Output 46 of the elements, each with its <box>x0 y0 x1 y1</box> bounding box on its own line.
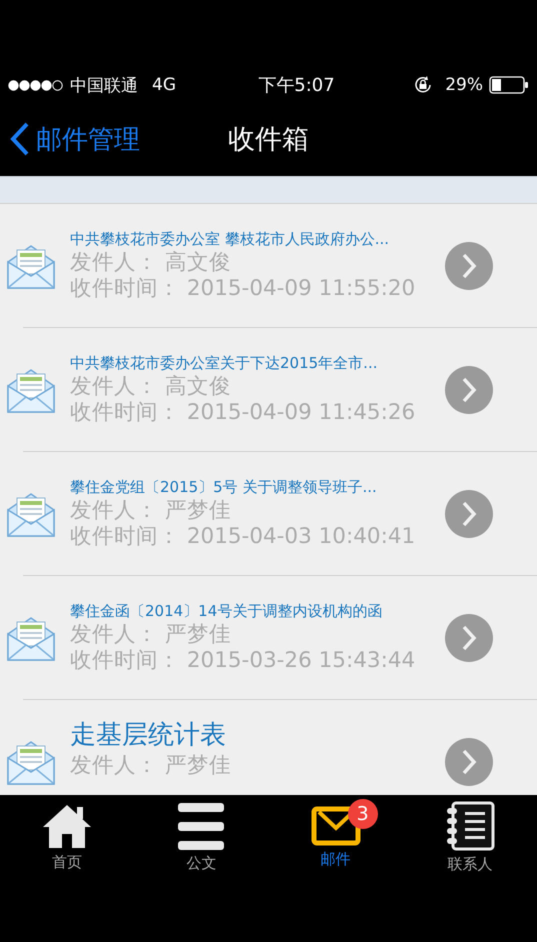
mail-received-time: 收件时间： 2015-03-26 15:43:44 <box>70 648 416 674</box>
rotation-lock-icon <box>413 75 434 95</box>
signal-dots-icon <box>8 80 64 90</box>
menu-icon <box>177 802 226 850</box>
mail-sender: 发件人： 严梦佳 <box>70 498 232 524</box>
mail-subject[interactable]: 攀住金党组〔2015〕5号 关于调整领导班子... <box>70 478 445 498</box>
mail-subject[interactable]: 中共攀枝花市委办公室关于下达2015年全市... <box>70 354 445 374</box>
mail-sender: 发件人： 严梦佳 <box>70 622 232 648</box>
unread-badge: 3 <box>348 799 378 829</box>
tab-bar-item[interactable]: 首页 <box>0 795 134 880</box>
chevron-right-icon <box>460 252 478 280</box>
house-icon <box>41 803 94 849</box>
mail-sender: 发件人： 高文俊 <box>70 374 232 400</box>
tab-label: 公文 <box>186 854 216 873</box>
mail-received-time: 收件时间： 2015-04-09 11:55:20 <box>70 276 416 302</box>
open-mail-button[interactable] <box>445 738 493 786</box>
chevron-right-icon <box>460 376 478 404</box>
mail-received-time: 收件时间： 2015-04-09 11:45:26 <box>70 400 416 426</box>
battery-icon <box>489 76 530 94</box>
mail-subject[interactable]: 中共攀枝花市委办公室 攀枝花市人民政府办公... <box>70 230 445 250</box>
carrier-name: 中国联通 <box>70 74 138 96</box>
chevron-right-icon <box>460 500 478 528</box>
open-mail-button[interactable] <box>445 614 493 662</box>
notebook-icon <box>444 801 495 851</box>
mail-subject[interactable]: 走基层统计表 <box>70 719 445 754</box>
tab-bar-item[interactable]: 联系人 <box>402 795 537 880</box>
tab-label: 首页 <box>52 853 82 872</box>
open-mail-button[interactable] <box>445 366 493 414</box>
open-mail-button[interactable] <box>445 490 493 538</box>
back-button[interactable]: 邮件管理 <box>0 122 140 156</box>
tab-label: 邮件 <box>320 850 351 869</box>
tab-label: 联系人 <box>447 855 492 874</box>
chevron-right-icon <box>460 748 478 776</box>
mail-sender: 发件人： 严梦佳 <box>70 753 232 779</box>
back-chevron-icon <box>10 122 30 156</box>
network-type: 4G <box>152 75 176 95</box>
mail-received-time: 收件时间： 2015-04-03 10:40:41 <box>70 524 416 550</box>
page-title: 收件箱 <box>228 123 309 157</box>
tab-bar-item[interactable]: 邮件 3 <box>268 795 403 880</box>
mail-subject[interactable]: 攀住金函〔2014〕14号关于调整内设机构的函 <box>70 602 445 622</box>
tab-bar-item[interactable]: 公文 <box>134 795 268 880</box>
status-time: 下午5:07 <box>258 74 335 97</box>
open-mail-button[interactable] <box>445 242 493 290</box>
battery-percent: 29% <box>445 75 484 95</box>
mail-sender: 发件人： 高文俊 <box>70 250 232 276</box>
chevron-right-icon <box>460 624 478 652</box>
